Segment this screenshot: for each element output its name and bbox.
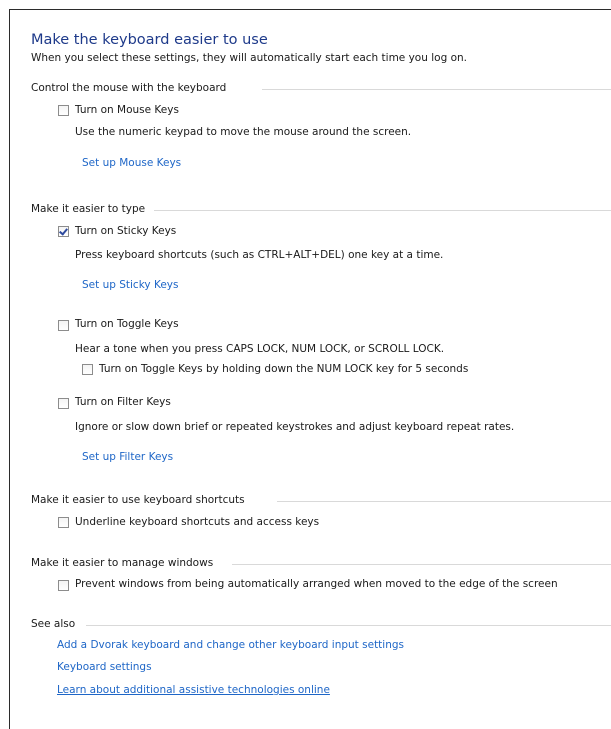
group-label-mouse: Control the mouse with the keyboard <box>31 82 227 94</box>
keyboard-settings-link[interactable]: Keyboard settings <box>57 661 152 673</box>
group-label-shortcuts: Make it easier to use keyboard shortcuts <box>31 494 245 506</box>
mouse-keys-description: Use the numeric keypad to move the mouse… <box>75 126 412 138</box>
group-divider-typing <box>154 210 611 211</box>
group-label-windows: Make it easier to manage windows <box>31 557 214 569</box>
group-label-typing: Make it easier to type <box>31 203 146 215</box>
toggle-keys-description: Hear a tone when you press CAPS LOCK, NU… <box>75 343 445 355</box>
toggle-keys-numlock-label[interactable]: Turn on Toggle Keys by holding down the … <box>99 363 468 375</box>
dvorak-keyboard-link[interactable]: Add a Dvorak keyboard and change other k… <box>57 639 404 651</box>
prevent-arrange-checkbox[interactable] <box>58 580 69 591</box>
setup-mouse-keys-link[interactable]: Set up Mouse Keys <box>82 157 181 169</box>
filter-keys-checkbox[interactable] <box>58 398 69 409</box>
setup-filter-keys-link[interactable]: Set up Filter Keys <box>82 451 173 463</box>
filter-keys-label[interactable]: Turn on Filter Keys <box>75 396 171 408</box>
prevent-arrange-label[interactable]: Prevent windows from being automatically… <box>75 578 558 590</box>
assistive-tech-link[interactable]: Learn about additional assistive technol… <box>57 684 330 696</box>
filter-keys-description: Ignore or slow down brief or repeated ke… <box>75 421 515 433</box>
page-subtitle: When you select these settings, they wil… <box>31 52 467 64</box>
mouse-keys-checkbox[interactable] <box>58 105 69 116</box>
page-title: Make the keyboard easier to use <box>31 32 268 48</box>
toggle-keys-label[interactable]: Turn on Toggle Keys <box>75 318 179 330</box>
toggle-keys-numlock-checkbox[interactable] <box>82 364 93 375</box>
sticky-keys-label[interactable]: Turn on Sticky Keys <box>75 225 176 237</box>
sticky-keys-checkbox[interactable] <box>58 226 69 237</box>
underline-shortcuts-label[interactable]: Underline keyboard shortcuts and access … <box>75 516 319 528</box>
group-label-see-also: See also <box>31 618 76 630</box>
group-divider-shortcuts <box>277 501 611 502</box>
setup-sticky-keys-link[interactable]: Set up Sticky Keys <box>82 279 178 291</box>
mouse-keys-label[interactable]: Turn on Mouse Keys <box>75 104 179 116</box>
group-divider-see-also <box>86 625 611 626</box>
group-divider-windows <box>232 564 611 565</box>
underline-shortcuts-checkbox[interactable] <box>58 517 69 528</box>
sticky-keys-description: Press keyboard shortcuts (such as CTRL+A… <box>75 249 444 261</box>
toggle-keys-checkbox[interactable] <box>58 320 69 331</box>
group-divider-mouse <box>262 89 611 90</box>
